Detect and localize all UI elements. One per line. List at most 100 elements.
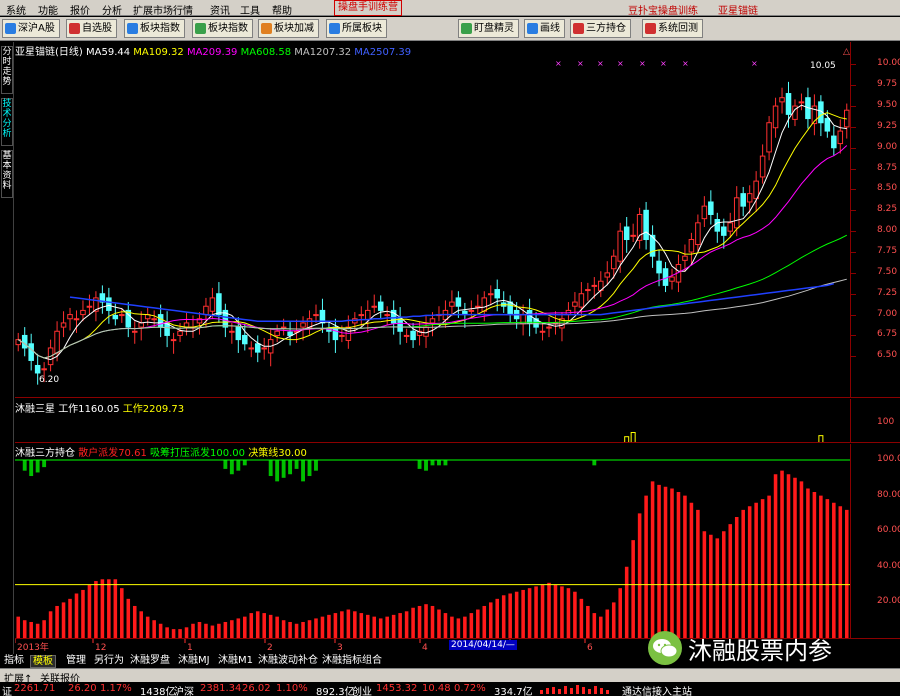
- high-price-label: 10.05: [810, 61, 836, 71]
- candle-body: [119, 314, 125, 317]
- price-tick: [851, 85, 856, 87]
- tab-template[interactable]: 模板: [30, 655, 56, 668]
- candle-body: [216, 293, 222, 316]
- menu-analysis[interactable]: 分析: [102, 2, 122, 17]
- menu-bar: 系统 功能 报价 分析 扩展市场行情 资讯 工具 帮助 操盘手训练营 豆扑宝操盘…: [0, 0, 900, 17]
- candle-body: [604, 272, 611, 278]
- candle-body: [157, 314, 164, 328]
- index2-change: 26.02: [242, 683, 271, 694]
- tab-mj[interactable]: 沐融MJ: [176, 655, 212, 668]
- menu-news[interactable]: 资讯: [210, 2, 230, 17]
- panel-divider: [15, 397, 900, 398]
- menu-function[interactable]: 功能: [38, 2, 58, 17]
- candle-body: [358, 314, 365, 317]
- index2-value: 2381.34: [200, 683, 242, 694]
- menu-help[interactable]: 帮助: [272, 2, 292, 17]
- candle-body: [377, 301, 384, 311]
- candle-body: [779, 97, 785, 103]
- candle-body: [235, 326, 242, 341]
- candle-body: [28, 343, 34, 361]
- indicator-panel-stars: 沐融三星 工作1160.05 工作2209.73: [15, 399, 850, 443]
- price-tick-label: 6.75: [877, 329, 898, 340]
- toolbar-holdings-button[interactable]: 三方持仓: [570, 19, 631, 38]
- panel-divider: [15, 442, 900, 443]
- candle-body: [41, 368, 47, 371]
- index3-pct: 0.72%: [454, 683, 486, 694]
- candle-body: [449, 301, 455, 307]
- candle-body: [610, 255, 617, 270]
- toolbar-sector-index-button[interactable]: 板块指数: [124, 19, 185, 38]
- menu-trader-camp[interactable]: 操盘手训练营: [334, 0, 402, 16]
- price-tick-label: 6.50: [877, 350, 898, 361]
- tab-volatility[interactable]: 沐融波动补仓: [256, 655, 320, 668]
- toolbar-sector-edit-button[interactable]: 板块加减: [258, 19, 319, 38]
- candle-body: [617, 230, 623, 262]
- toolbar-draw-button[interactable]: 画线: [524, 19, 565, 38]
- sidebar-tab-intraday[interactable]: 分时走势: [1, 46, 13, 94]
- candle-body: [669, 276, 675, 282]
- candle-body: [170, 339, 177, 342]
- watermark-text: 沐融股票内参: [688, 636, 832, 665]
- toolbar-belonging-sector-button[interactable]: 所属板块: [326, 19, 387, 38]
- menu-system[interactable]: 系统: [6, 2, 26, 17]
- candle-body: [494, 289, 500, 299]
- candle-body: [242, 334, 248, 345]
- toolbar: 深沪A股 自选股 板块指数 板块指数 板块加减 所属板块 盯盘精灵 画线 三方持…: [0, 17, 900, 41]
- price-tick: [851, 293, 856, 295]
- candle-body: [656, 260, 662, 274]
- price-tick: [851, 335, 856, 337]
- candle-body: [254, 343, 261, 353]
- tab-combo[interactable]: 沐融指标组合: [320, 655, 384, 668]
- price-tick-label: 8.50: [877, 183, 898, 194]
- sidebar-tab-fundamental[interactable]: 基本资料: [1, 150, 13, 198]
- candle-body: [138, 322, 144, 328]
- pen-icon: [527, 23, 538, 34]
- menu-extended-market[interactable]: 扩展市场行情: [133, 2, 193, 17]
- toolbar-watchlist-button[interactable]: 自选股: [66, 19, 117, 38]
- folder-icon: [329, 23, 340, 34]
- toolbar-monitor-button[interactable]: 盯盘精灵: [458, 19, 519, 38]
- candle-body: [60, 322, 67, 328]
- tab-compass[interactable]: 沐融罗盘: [128, 655, 172, 668]
- candle-body: [468, 309, 475, 312]
- candle-body: [106, 297, 112, 311]
- candle-body: [766, 122, 772, 153]
- app-window: 系统 功能 报价 分析 扩展市场行情 资讯 工具 帮助 操盘手训练营 豆扑宝操盘…: [0, 0, 900, 696]
- candle-body: [837, 130, 844, 145]
- index2-label: 沪深: [174, 687, 194, 696]
- index3-amount: 334.7亿: [494, 687, 533, 696]
- candle-body: [721, 226, 727, 236]
- sidebar-tab-technical[interactable]: 技术分析: [1, 98, 13, 146]
- plusminus-icon: [261, 23, 272, 34]
- candle-body: [423, 326, 429, 337]
- price-tick-label: 8.75: [877, 162, 898, 173]
- menu-tools[interactable]: 工具: [240, 2, 260, 17]
- toolbar-a-shares-button[interactable]: 深沪A股: [2, 19, 60, 38]
- stars-chart: [624, 432, 824, 443]
- tab-indicator[interactable]: 指标: [2, 655, 26, 668]
- signal-marker: ×: [639, 59, 646, 68]
- candle-body: [539, 330, 546, 333]
- toolbar-button-label: 板块加减: [274, 23, 314, 34]
- price-tick-label: 7.00: [877, 308, 898, 319]
- tab-other-behavior[interactable]: 另行为: [92, 655, 126, 668]
- price-tick-label: 8.00: [877, 225, 898, 236]
- candle-body: [630, 234, 636, 237]
- toolbar-sector-index2-button[interactable]: 板块指数: [192, 19, 253, 38]
- price-panel[interactable]: 亚星锚链(日线) MA59.44 MA109.32 MA209.39 MA608…: [15, 42, 900, 398]
- candle-body: [151, 318, 157, 321]
- price-tick: [851, 272, 856, 274]
- holdings-axis: 100.00 80.00 60.00 40.00 20.00: [850, 444, 900, 638]
- menu-right-training[interactable]: 豆扑宝操盘训练: [628, 2, 698, 17]
- candle-body: [34, 364, 41, 374]
- toolbar-backtest-button[interactable]: 系统回测: [642, 19, 703, 38]
- price-tick: [851, 168, 856, 170]
- candle-body: [455, 297, 462, 307]
- price-tick: [851, 64, 856, 66]
- tab-m1[interactable]: 沐融M1: [216, 655, 255, 668]
- menu-quote[interactable]: 报价: [70, 2, 90, 17]
- low-price-label: 6.20: [39, 375, 60, 385]
- candle-body: [112, 314, 119, 320]
- menu-right-stock[interactable]: 亚星锚链: [718, 2, 758, 17]
- tab-manage[interactable]: 管理: [64, 655, 88, 668]
